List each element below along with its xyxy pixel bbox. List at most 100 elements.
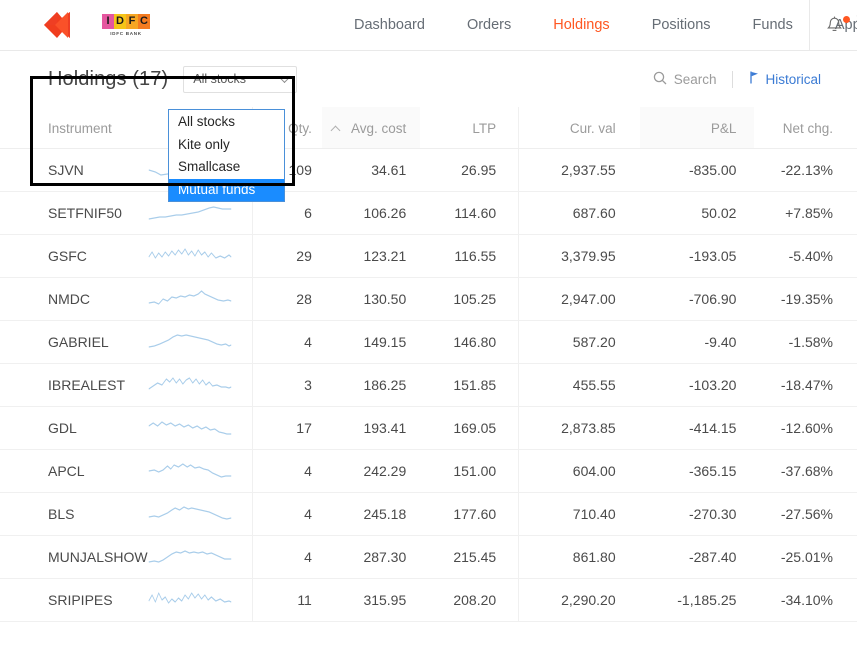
- col-header-cur-val[interactable]: Cur. val: [519, 107, 640, 149]
- kite-holdings-page: I D F C IDFC BANK Dashboard Orders Holdi…: [0, 0, 857, 647]
- nav-item-orders[interactable]: Orders: [446, 0, 532, 51]
- sparkline-chart: [140, 374, 240, 396]
- cell-ltp: 105.25: [420, 278, 518, 321]
- holdings-filter-dropdown[interactable]: All stocks Kite only Smallcase Mutual fu…: [168, 109, 285, 202]
- notification-area[interactable]: 1: [809, 0, 843, 51]
- cell-cur-val: 3,379.95: [519, 235, 640, 278]
- cell-avg-cost: 130.50: [322, 278, 420, 321]
- page-header: Holdings (17) All stocks Search: [0, 51, 857, 107]
- cell-cur-val: 861.80: [519, 536, 640, 579]
- cell-sparkline: [139, 364, 252, 407]
- cell-sparkline: [139, 493, 252, 536]
- cell-sparkline: [139, 579, 252, 622]
- cell-qty: 17: [252, 407, 322, 450]
- cell-instrument: GABRIEL: [0, 321, 139, 364]
- top-navbar: I D F C IDFC BANK Dashboard Orders Holdi…: [0, 0, 857, 51]
- cell-qty: 11: [252, 579, 322, 622]
- nav-item-positions[interactable]: Positions: [631, 0, 732, 51]
- cell-net-chg: -18.47%: [754, 364, 857, 407]
- search-button[interactable]: Search: [653, 71, 733, 88]
- filter-option-kite-only[interactable]: Kite only: [169, 134, 284, 157]
- holdings-table-wrapper: Instrument Qty. Avg. cost LTP Cur. val P…: [0, 107, 857, 622]
- cell-net-chg: -19.35%: [754, 278, 857, 321]
- idfc-letters: I D F C: [102, 14, 150, 29]
- bell-icon[interactable]: 1: [826, 16, 843, 35]
- brand-group: I D F C IDFC BANK: [0, 12, 150, 38]
- cell-net-chg: -27.56%: [754, 493, 857, 536]
- cell-qty: 28: [252, 278, 322, 321]
- table-row[interactable]: BLS4245.18177.60710.40-270.30-27.56%: [0, 493, 857, 536]
- sparkline-chart: [140, 288, 240, 310]
- cell-qty: 3: [252, 364, 322, 407]
- col-header-ltp[interactable]: LTP: [420, 107, 518, 149]
- holdings-filter-value: All stocks: [193, 72, 246, 86]
- cell-pl: 50.02: [640, 192, 755, 235]
- cell-pl: -1,185.25: [640, 579, 755, 622]
- cell-pl: -193.05: [640, 235, 755, 278]
- table-row[interactable]: GABRIEL4149.15146.80587.20-9.40-1.58%: [0, 321, 857, 364]
- cell-qty: 4: [252, 493, 322, 536]
- cell-cur-val: 587.20: [519, 321, 640, 364]
- cell-qty: 4: [252, 321, 322, 364]
- cell-ltp: 151.85: [420, 364, 518, 407]
- cell-net-chg: -5.40%: [754, 235, 857, 278]
- search-label: Search: [674, 72, 717, 87]
- filter-option-all-stocks[interactable]: All stocks: [169, 111, 284, 134]
- cell-avg-cost: 242.29: [322, 450, 420, 493]
- cell-avg-cost: 193.41: [322, 407, 420, 450]
- holdings-table: Instrument Qty. Avg. cost LTP Cur. val P…: [0, 107, 857, 622]
- cell-instrument: NMDC: [0, 278, 139, 321]
- historical-link[interactable]: Historical: [733, 71, 821, 87]
- holdings-filter-select[interactable]: All stocks: [183, 66, 297, 93]
- cell-net-chg: -1.58%: [754, 321, 857, 364]
- cell-instrument: SETFNIF50: [0, 192, 139, 235]
- cell-cur-val: 604.00: [519, 450, 640, 493]
- col-header-net-chg[interactable]: Net chg.: [754, 107, 857, 149]
- table-row[interactable]: IBREALEST3186.25151.85455.55-103.20-18.4…: [0, 364, 857, 407]
- cell-qty: 4: [252, 450, 322, 493]
- table-row[interactable]: SRIPIPES11315.95208.202,290.20-1,185.25-…: [0, 579, 857, 622]
- table-row[interactable]: GSFC29123.21116.553,379.95-193.05-5.40%: [0, 235, 857, 278]
- cell-cur-val: 710.40: [519, 493, 640, 536]
- cell-sparkline: [139, 407, 252, 450]
- cell-qty: 4: [252, 536, 322, 579]
- sparkline-chart: [140, 245, 240, 267]
- holdings-table-body: SJVN10934.6126.952,937.55-835.00-22.13%S…: [0, 149, 857, 622]
- cell-pl: -270.30: [640, 493, 755, 536]
- table-row[interactable]: NMDC28130.50105.252,947.00-706.90-19.35%: [0, 278, 857, 321]
- cell-instrument: GDL: [0, 407, 139, 450]
- cell-ltp: 177.60: [420, 493, 518, 536]
- nav-item-funds[interactable]: Funds: [732, 0, 814, 51]
- main-nav: Dashboard Orders Holdings Positions Fund…: [333, 0, 857, 51]
- kite-logo-icon[interactable]: [44, 12, 80, 38]
- cell-avg-cost: 106.26: [322, 192, 420, 235]
- cell-ltp: 114.60: [420, 192, 518, 235]
- table-row[interactable]: SETFNIF506106.26114.60687.6050.02+7.85%: [0, 192, 857, 235]
- cell-net-chg: -37.68%: [754, 450, 857, 493]
- table-row[interactable]: APCL4242.29151.00604.00-365.15-37.68%: [0, 450, 857, 493]
- sparkline-chart: [140, 417, 240, 439]
- nav-item-dashboard[interactable]: Dashboard: [333, 0, 446, 51]
- col-header-avg-cost[interactable]: Avg. cost: [322, 107, 420, 149]
- filter-option-smallcase[interactable]: Smallcase: [169, 156, 284, 179]
- filter-option-mutual-funds[interactable]: Mutual funds: [169, 179, 284, 202]
- page-title: Holdings (17): [48, 68, 168, 91]
- cell-qty: 29: [252, 235, 322, 278]
- cell-instrument: APCL: [0, 450, 139, 493]
- cell-net-chg: -12.60%: [754, 407, 857, 450]
- cell-pl: -706.90: [640, 278, 755, 321]
- table-row[interactable]: SJVN10934.6126.952,937.55-835.00-22.13%: [0, 149, 857, 192]
- nav-item-holdings[interactable]: Holdings: [532, 0, 630, 51]
- notification-dot: [843, 16, 850, 23]
- cell-pl: -9.40: [640, 321, 755, 364]
- table-row[interactable]: GDL17193.41169.052,873.85-414.15-12.60%: [0, 407, 857, 450]
- sort-ascending-icon: [331, 126, 341, 136]
- cell-ltp: 215.45: [420, 536, 518, 579]
- flag-icon: [749, 71, 759, 87]
- col-header-pl[interactable]: P&L: [640, 107, 755, 149]
- header-actions: Search Historical: [653, 71, 821, 88]
- table-row[interactable]: MUNJALSHOW4287.30215.45861.80-287.40-25.…: [0, 536, 857, 579]
- idfc-bank-subtitle: IDFC BANK: [110, 31, 142, 36]
- search-icon: [653, 71, 667, 88]
- col-header-instrument[interactable]: Instrument: [0, 107, 139, 149]
